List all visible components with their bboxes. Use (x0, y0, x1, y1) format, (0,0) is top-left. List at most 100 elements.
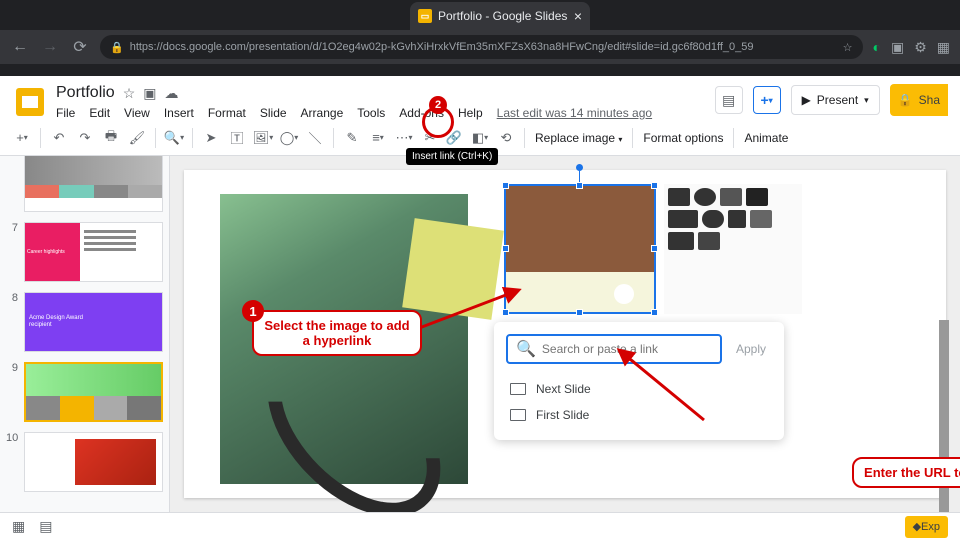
redo-button[interactable]: ↷ (73, 126, 97, 150)
extension-icon[interactable]: ▦ (937, 39, 950, 56)
slide-thumb[interactable]: 7 Career highlights (6, 222, 163, 282)
format-options-button[interactable]: Format options (639, 131, 727, 145)
tooltip: Insert link (Ctrl+K) (406, 148, 498, 165)
browser-tab-strip: ▭ Portfolio - Google Slides × (0, 0, 960, 30)
menu-slide[interactable]: Slide (260, 106, 287, 120)
slide-image[interactable] (664, 184, 802, 314)
paint-format-button[interactable]: 🖌 (125, 126, 149, 150)
resize-handle[interactable] (576, 182, 583, 189)
menubar: File Edit View Insert Format Slide Arran… (56, 106, 707, 120)
annotation-callout-1: 1 Select the image to add a hyperlink (252, 310, 422, 356)
forward-icon: → (40, 38, 60, 56)
menu-tools[interactable]: Tools (357, 106, 385, 120)
share-label: Sha (919, 93, 940, 107)
new-slide-button[interactable]: + ▾ (10, 126, 34, 150)
back-icon[interactable]: ← (10, 38, 30, 56)
address-bar: ← → ⟳ 🔒 https://docs.google.com/presenta… (0, 30, 960, 64)
mask-image-button[interactable]: ◧ ▾ (468, 126, 492, 150)
cloud-icon[interactable]: ☁ (165, 85, 179, 102)
suggestion-label: Next Slide (536, 382, 591, 396)
slide-number: 8 (6, 292, 18, 352)
suggestion-label: First Slide (536, 408, 589, 422)
menu-view[interactable]: View (124, 106, 150, 120)
slide-icon (510, 409, 526, 421)
comments-button[interactable]: ▤ (715, 86, 743, 114)
slide-thumb[interactable]: 8 Acme Design Awardrecipient (6, 292, 163, 352)
slides-logo-icon[interactable] (12, 84, 48, 120)
annotation-badge-2: 2 (429, 96, 447, 114)
share-button[interactable]: 🔒 Sha (890, 84, 948, 116)
slide-icon (510, 383, 526, 395)
slide-thumb[interactable]: 10 (6, 432, 163, 492)
line-button[interactable]: ＼ (303, 126, 327, 150)
menu-insert[interactable]: Insert (164, 106, 194, 120)
tab-title: Portfolio - Google Slides (438, 9, 568, 23)
menu-arrange[interactable]: Arrange (301, 106, 344, 120)
extension-icon[interactable]: ◐ (873, 39, 881, 56)
star-icon[interactable]: ☆ (843, 41, 853, 54)
explore-button[interactable]: ◆ Exp (905, 516, 948, 538)
activity-button[interactable]: + ▾ (753, 86, 781, 114)
slide-number: 9 (6, 362, 18, 422)
resize-handle[interactable] (502, 182, 509, 189)
move-icon[interactable]: ▣ (143, 85, 156, 102)
resize-handle[interactable] (502, 245, 509, 252)
slide-number (6, 156, 18, 212)
extension-icon[interactable]: ▣ (891, 39, 904, 56)
present-icon: ▶ (802, 93, 811, 107)
filmstrip-view-icon[interactable]: ▤ (39, 518, 52, 535)
bottom-bar: ▦ ▤ ◆ Exp (0, 512, 960, 540)
last-edit-link[interactable]: Last edit was 14 minutes ago (497, 106, 652, 120)
star-icon[interactable]: ☆ (123, 85, 136, 102)
border-weight-button[interactable]: ≡ ▾ (366, 126, 390, 150)
replace-image-button[interactable]: Replace image ▾ (531, 131, 626, 145)
slide-thumb[interactable] (6, 156, 163, 212)
toolbar: + ▾ ↶ ↷ 🖶 🖌 🔍 ▾ ➤ 🅃 🖼 ▾ ◯ ▾ ＼ ✎ ≡ ▾ ⋯ ▾ … (0, 120, 960, 156)
lock-icon: 🔒 (110, 41, 124, 54)
resize-handle[interactable] (651, 309, 658, 316)
present-label: Present (817, 93, 858, 107)
menu-file[interactable]: File (56, 106, 75, 120)
annotation-arrow (409, 285, 529, 335)
close-icon[interactable]: × (574, 8, 582, 24)
present-button[interactable]: ▶ Present ▾ (791, 85, 880, 115)
slide-canvas[interactable]: 🔍 Apply Next Slide (184, 170, 946, 498)
browser-tab[interactable]: ▭ Portfolio - Google Slides × (410, 2, 590, 30)
url-box[interactable]: 🔒 https://docs.google.com/presentation/d… (100, 35, 863, 59)
chevron-down-icon: ▾ (864, 95, 869, 106)
menu-format[interactable]: Format (208, 106, 246, 120)
canvas-area[interactable]: 🔍 Apply Next Slide (170, 156, 960, 512)
shape-button[interactable]: ◯ ▾ (277, 126, 301, 150)
url-text: https://docs.google.com/presentation/d/1… (130, 41, 754, 53)
annotation-callout-3: 3 Enter the URL to add a link (852, 457, 960, 488)
resize-handle[interactable] (651, 182, 658, 189)
resize-handle[interactable] (576, 309, 583, 316)
zoom-button[interactable]: 🔍 ▾ (162, 126, 186, 150)
search-icon: 🔍 (516, 339, 536, 359)
slide-thumb[interactable]: 9 (6, 362, 163, 422)
grid-view-icon[interactable]: ▦ (12, 518, 25, 535)
image-button[interactable]: 🖼 ▾ (251, 126, 275, 150)
rotate-handle[interactable] (576, 164, 583, 171)
print-button[interactable]: 🖶 (99, 126, 123, 150)
undo-button[interactable]: ↶ (47, 126, 71, 150)
menu-help[interactable]: Help (458, 106, 483, 120)
reload-icon[interactable]: ⟳ (70, 37, 90, 57)
slides-favicon-icon: ▭ (418, 9, 432, 23)
animate-button[interactable]: Animate (740, 131, 792, 145)
resize-handle[interactable] (651, 245, 658, 252)
doc-title[interactable]: Portfolio (56, 84, 115, 102)
extension-icon[interactable]: ⚙ (914, 39, 927, 56)
annotation-badge: 1 (242, 300, 264, 322)
reset-image-button[interactable]: ⟲ (494, 126, 518, 150)
menu-edit[interactable]: Edit (89, 106, 110, 120)
slide-panel[interactable]: 7 Career highlights 8 Acme Design Awardr… (0, 156, 170, 512)
select-button[interactable]: ➤ (199, 126, 223, 150)
slide-number: 10 (6, 432, 18, 492)
border-dash-button[interactable]: ⋯ ▾ (392, 126, 416, 150)
apply-button[interactable]: Apply (730, 342, 772, 356)
border-color-button[interactable]: ✎ (340, 126, 364, 150)
explore-label: Exp (921, 521, 940, 533)
textbox-button[interactable]: 🅃 (225, 126, 249, 150)
thumb-label: Career highlights (25, 223, 80, 281)
